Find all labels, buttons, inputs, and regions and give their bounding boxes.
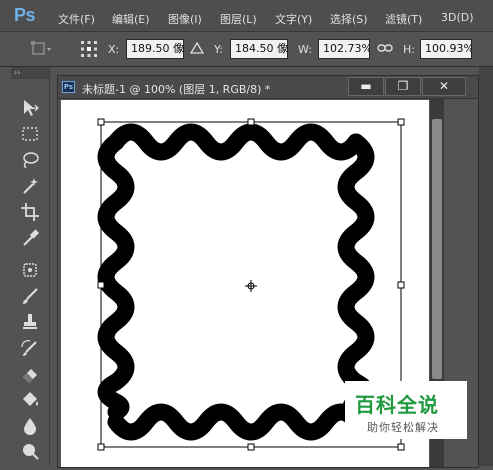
crop-tool-icon[interactable] — [19, 201, 41, 223]
right-panel-edge — [479, 67, 493, 466]
paint-bucket-icon[interactable] — [19, 389, 41, 411]
menu-type[interactable]: 文字(Y) — [275, 11, 312, 27]
height-percent-field[interactable]: 100.93% — [420, 39, 472, 59]
menu-select[interactable]: 选择(S) — [330, 11, 368, 27]
dodge-tool-icon[interactable] — [19, 439, 41, 461]
lasso-tool-icon[interactable] — [19, 149, 41, 171]
brush-tool-icon[interactable] — [19, 285, 41, 307]
history-brush-icon[interactable] — [19, 337, 41, 359]
restore-button[interactable]: ❐ — [385, 77, 421, 96]
document-tab[interactable]: Ps 未标题-1 @ 100% (图层 1, RGB/8) * ▬ ❐ ✕ — [58, 76, 478, 99]
link-icon[interactable] — [377, 42, 393, 54]
y-position-field[interactable]: 184.50 像 — [230, 39, 288, 59]
clone-stamp-icon[interactable] — [19, 311, 41, 333]
h-label: H: — [403, 43, 415, 56]
healing-brush-icon[interactable] — [19, 259, 41, 281]
menu-3d[interactable]: 3D(D) — [441, 11, 474, 24]
tools-panel-collapse[interactable]: ›› — [11, 67, 49, 79]
watermark-title: 百科全说 — [355, 393, 439, 417]
magic-wand-icon[interactable] — [19, 175, 41, 197]
reference-point-icon[interactable] — [80, 40, 98, 58]
minimize-button[interactable]: ▬ — [348, 77, 384, 96]
tools-panel: ›› — [11, 67, 50, 466]
width-percent-field[interactable]: 102.73% — [318, 39, 370, 59]
marquee-tool-icon[interactable] — [19, 123, 41, 145]
document-title: 未标题-1 @ 100% (图层 1, RGB/8) * — [82, 83, 271, 96]
blur-tool-icon[interactable] — [19, 415, 41, 437]
close-button[interactable]: ✕ — [422, 77, 466, 96]
x-label: X: — [108, 43, 120, 56]
transform-tool-icon[interactable] — [30, 40, 52, 58]
menu-layer[interactable]: 图层(L) — [220, 11, 257, 27]
app-logo: Ps — [14, 5, 36, 25]
menu-file[interactable]: 文件(F) — [58, 11, 95, 27]
menu-image[interactable]: 图像(I) — [168, 11, 202, 27]
w-label: W: — [298, 43, 312, 56]
scrollbar-thumb[interactable] — [432, 119, 442, 379]
menu-bar: Ps 文件(F) 编辑(E) 图像(I) 图层(L) 文字(Y) 选择(S) 滤… — [0, 0, 493, 32]
watermark: 百科全说 助你轻松解决 — [345, 381, 467, 439]
delta-icon[interactable] — [189, 41, 205, 55]
eraser-icon[interactable] — [19, 363, 41, 385]
ps-document-icon: Ps — [62, 81, 75, 93]
y-label: Y: — [214, 43, 223, 56]
move-tool-icon[interactable] — [19, 97, 41, 119]
menu-filter[interactable]: 滤镜(T) — [385, 11, 422, 27]
eyedropper-icon[interactable] — [19, 227, 41, 249]
options-bar: X: 189.50 像 Y: 184.50 像 W: 102.73% H: 10… — [0, 32, 493, 67]
x-position-field[interactable]: 189.50 像 — [126, 39, 184, 59]
watermark-subtitle: 助你轻松解决 — [367, 421, 439, 434]
menu-edit[interactable]: 编辑(E) — [112, 11, 150, 27]
